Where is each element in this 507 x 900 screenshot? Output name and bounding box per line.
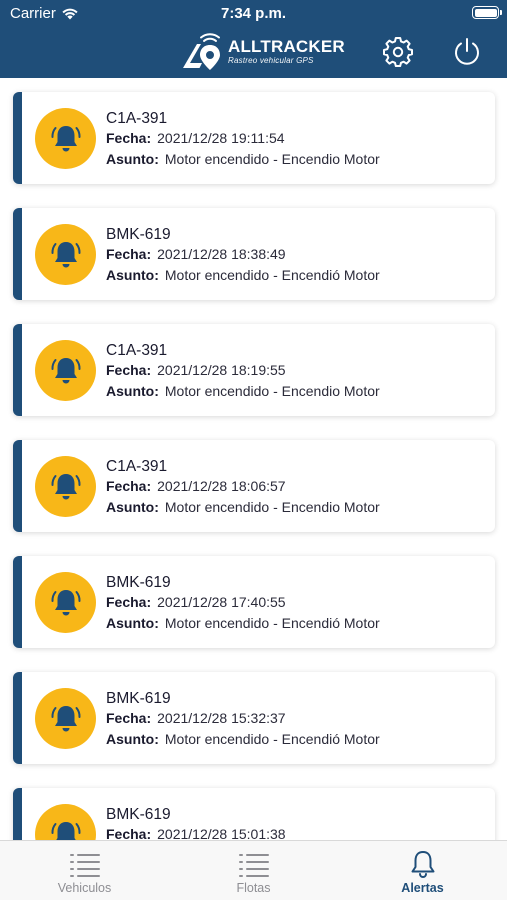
alert-subject: Motor encendido - Encendió Motor bbox=[164, 267, 380, 283]
fecha-label: Fecha: bbox=[106, 710, 152, 726]
alert-subject: Motor encendido - Encendió Motor bbox=[164, 731, 380, 747]
alert-subject: Motor encendido - Encendio Motor bbox=[164, 383, 380, 399]
alert-date: 2021/12/28 19:11:54 bbox=[157, 130, 285, 146]
alert-subject: Motor encendido - Encendio Motor bbox=[164, 151, 380, 167]
alert-bell-badge bbox=[35, 108, 96, 169]
asunto-label: Asunto: bbox=[106, 731, 159, 747]
alert-date: 2021/12/28 18:06:57 bbox=[157, 478, 286, 494]
gear-icon bbox=[383, 37, 413, 67]
alert-card[interactable]: BMK-619 Fecha:2021/12/28 15:01:38 Asunto… bbox=[13, 788, 495, 840]
alert-subject: Motor encendido - Encendió Motor bbox=[164, 615, 380, 631]
alert-date: 2021/12/28 17:40:55 bbox=[157, 594, 286, 610]
battery-icon bbox=[472, 6, 502, 19]
alert-bell-badge bbox=[35, 572, 96, 633]
location-pin-icon bbox=[183, 33, 220, 70]
vehicle-plate: C1A-391 bbox=[106, 458, 168, 475]
alert-date: 2021/12/28 18:19:55 bbox=[157, 362, 286, 378]
asunto-label: Asunto: bbox=[106, 615, 159, 631]
fecha-label: Fecha: bbox=[106, 826, 152, 840]
bell-ringing-icon bbox=[51, 241, 80, 267]
list-icon bbox=[238, 854, 269, 877]
asunto-label: Asunto: bbox=[106, 499, 159, 515]
vehicle-plate: BMK-619 bbox=[106, 574, 171, 591]
alert-card[interactable]: BMK-619 Fecha: 2021/12/28 15:32:37 Asunto… bbox=[13, 672, 495, 764]
alert-subject: Motor encendido - Encendio Motor bbox=[164, 499, 380, 515]
alert-card[interactable]: BMK-619 Fecha: 2021/12/28 17:40:55 Asunto… bbox=[13, 556, 495, 648]
list-icon bbox=[69, 854, 100, 877]
alert-bell-badge bbox=[35, 456, 96, 517]
status-time: 7:34 p.m. bbox=[220, 5, 287, 22]
vehicle-plate: C1A-391 bbox=[106, 342, 168, 359]
logout-button[interactable] bbox=[451, 36, 483, 68]
card-accent-bar bbox=[13, 92, 22, 184]
bell-ringing-icon bbox=[51, 821, 80, 840]
card-accent-bar bbox=[13, 672, 22, 764]
vehicle-plate: C1A-391 bbox=[106, 110, 168, 127]
tab-label: Vehiculos bbox=[57, 881, 112, 895]
bell-ringing-icon bbox=[51, 589, 80, 615]
alert-list[interactable]: C1A-391 Fecha: 2021/12/28 19:11:54 Asunto… bbox=[0, 78, 507, 840]
tab-alertas[interactable]: Alertas bbox=[338, 841, 507, 900]
app-header: Carrier 7:34 p.m. ALLTRACKER Rastreo veh… bbox=[0, 0, 507, 78]
card-accent-bar bbox=[13, 556, 22, 648]
brand-tagline: Rastreo vehicular GPS bbox=[228, 56, 314, 65]
asunto-label: Asunto: bbox=[106, 267, 159, 283]
fecha-label: Fecha: bbox=[106, 130, 152, 146]
bell-ringing-icon bbox=[51, 357, 80, 383]
vehicle-plate: BMK-619 bbox=[106, 806, 171, 823]
status-bar: Carrier 7:34 p.m. bbox=[0, 0, 507, 28]
tab-bar: Vehiculos Flotas Alertas bbox=[0, 840, 507, 900]
fecha-label: Fecha: bbox=[106, 478, 152, 494]
bell-icon bbox=[411, 851, 434, 878]
card-accent-bar bbox=[13, 788, 22, 840]
settings-button[interactable] bbox=[382, 36, 414, 68]
bell-ringing-icon bbox=[51, 125, 80, 151]
alert-bell-badge bbox=[35, 804, 96, 840]
bell-ringing-icon bbox=[51, 473, 80, 499]
bell-ringing-icon bbox=[51, 705, 80, 731]
tab-label: Flotas bbox=[236, 881, 271, 895]
alert-card[interactable]: BMK-619 Fecha: 2021/12/28 18:38:49 Asunto… bbox=[13, 208, 495, 300]
alert-bell-badge bbox=[35, 688, 96, 749]
alert-date: 2021/12/28 15:32:37 bbox=[157, 710, 286, 726]
alert-date: 2021/12/28 18:38:49 bbox=[157, 246, 286, 262]
power-icon bbox=[455, 38, 479, 65]
fecha-label: Fecha: bbox=[106, 594, 152, 610]
asunto-label: Asunto: bbox=[106, 383, 159, 399]
card-accent-bar bbox=[13, 440, 22, 532]
brand-name: ALLTRACKER bbox=[228, 37, 345, 56]
card-accent-bar bbox=[13, 324, 22, 416]
asunto-label: Asunto: bbox=[106, 151, 159, 167]
vehicle-plate: BMK-619 bbox=[106, 690, 171, 707]
card-accent-bar bbox=[13, 208, 22, 300]
tab-label: Alertas bbox=[401, 881, 444, 895]
alert-card[interactable]: C1A-391 Fecha: 2021/12/28 19:11:54 Asunto… bbox=[13, 92, 495, 184]
alert-date: 2021/12/28 15:01:38 bbox=[157, 826, 286, 840]
alert-bell-badge bbox=[35, 224, 96, 285]
alert-bell-badge bbox=[35, 340, 96, 401]
alert-card[interactable]: C1A-391 Fecha: 2021/12/28 18:06:57 Asunto… bbox=[13, 440, 495, 532]
brand-logo: ALLTRACKER Rastreo vehicular GPS bbox=[180, 32, 345, 72]
tab-flotas[interactable]: Flotas bbox=[169, 841, 338, 900]
tab-vehiculos[interactable]: Vehiculos bbox=[0, 841, 169, 900]
vehicle-plate: BMK-619 bbox=[106, 226, 171, 243]
fecha-label: Fecha: bbox=[106, 362, 152, 378]
alert-card[interactable]: C1A-391 Fecha: 2021/12/28 18:19:55 Asunto… bbox=[13, 324, 495, 416]
fecha-label: Fecha: bbox=[106, 246, 152, 262]
